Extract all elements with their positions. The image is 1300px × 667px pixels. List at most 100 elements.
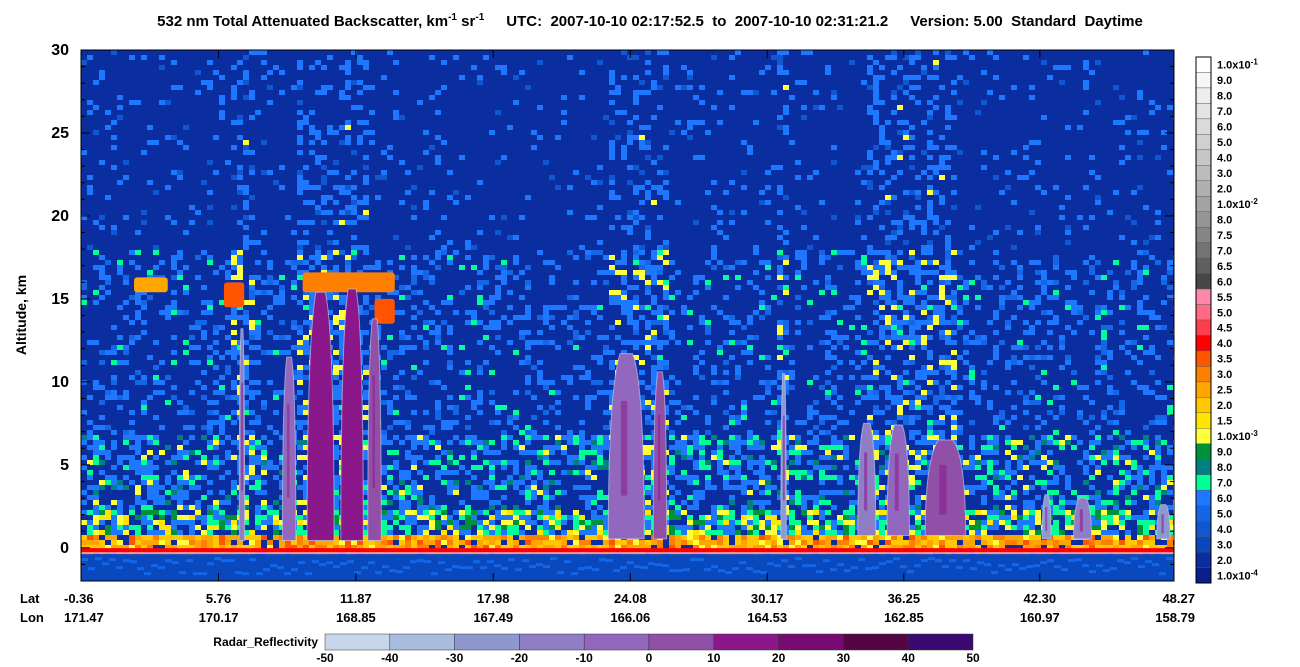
lon-row-label: Lon — [20, 610, 44, 625]
radar-plume-core-4 — [372, 375, 375, 489]
lat-row-label: Lat — [20, 591, 40, 606]
high-cloud-3 — [374, 298, 395, 324]
colorbar-label: 8.0 — [1217, 214, 1232, 226]
colorbar-swatch — [1195, 196, 1212, 212]
lon-tick-label: 170.17 — [199, 610, 239, 625]
colorbar-swatch — [1195, 165, 1212, 181]
radar-tick-label: 10 — [707, 651, 721, 665]
colorbar-label: 2.0 — [1217, 400, 1232, 412]
colorbar-label: 5.0 — [1217, 307, 1232, 319]
radar-swatch — [583, 633, 650, 651]
colorbar-label: 3.0 — [1217, 369, 1232, 381]
radar-swatch — [843, 633, 909, 651]
radar-swatch — [519, 633, 585, 651]
radar-plume-core-0 — [241, 382, 244, 491]
radar-plume-core-8 — [864, 452, 868, 511]
radar-plume-core-3 — [348, 352, 353, 481]
radar-tick-label: -20 — [511, 651, 529, 665]
colorbar-label: 6.0 — [1217, 276, 1232, 288]
colorbar-label: 1.0x10-4 — [1217, 568, 1258, 582]
lat-tick-label: 30.17 — [751, 591, 784, 606]
colorbar-label: 6.5 — [1217, 261, 1232, 273]
lon-tick-label: 162.85 — [884, 610, 924, 625]
colorbar-swatch — [1195, 149, 1212, 166]
plot-area — [81, 50, 1174, 581]
radar-tick-label: 30 — [837, 651, 851, 665]
colorbar-swatch — [1195, 72, 1212, 89]
y-tick-label: 5 — [60, 457, 69, 474]
radar-plume-core-13 — [1161, 514, 1164, 534]
colorbar-swatch — [1195, 350, 1212, 367]
radar-swatch — [389, 633, 455, 651]
lon-tick-label: 167.49 — [473, 610, 513, 625]
surface-return — [81, 548, 1174, 553]
colorbar-swatch — [1195, 536, 1212, 553]
colorbar-swatch — [1195, 428, 1212, 444]
lat-tick-label: 48.27 — [1162, 591, 1195, 606]
radar-swatch — [907, 633, 974, 651]
colorbar-swatch — [1195, 412, 1212, 429]
colorbar-label: 6.0 — [1217, 493, 1232, 505]
colorbar-swatch — [1195, 56, 1212, 73]
colorbar-label: 2.5 — [1217, 385, 1232, 397]
radar-swatch — [778, 633, 844, 651]
colorbar-label: 5.0 — [1217, 508, 1232, 520]
colorbar-swatch — [1195, 366, 1212, 383]
radar-tick-label: -40 — [381, 651, 399, 665]
lat-tick-label: 24.08 — [614, 591, 647, 606]
colorbar-swatch — [1195, 397, 1212, 414]
colorbar-label: 5.5 — [1217, 292, 1232, 304]
radar-tick-label: 0 — [646, 651, 653, 665]
radar-reflectivity-colorbar: -50 -40 -30 -20 -10 0 10 20 30 40 50 — [316, 633, 980, 665]
colorbar-label: 4.0 — [1217, 153, 1232, 165]
colorbar-label: 1.0x10-2 — [1217, 197, 1258, 211]
radar-tick-label: 40 — [902, 651, 916, 665]
lon-tick-label: 158.79 — [1155, 610, 1195, 625]
radar-swatch — [713, 633, 779, 651]
y-tick-label: 30 — [51, 42, 69, 59]
colorbar-swatch — [1195, 180, 1212, 197]
radar-tick-label: 20 — [772, 651, 786, 665]
high-cloud-1 — [223, 282, 245, 308]
colorbar-label: 1.5 — [1217, 416, 1232, 428]
colorbar-swatch — [1195, 87, 1212, 104]
colorbar-swatch — [1195, 304, 1212, 321]
colorbar-label: 4.5 — [1217, 323, 1232, 335]
colorbar-swatch — [1195, 335, 1212, 352]
colorbar-label: 7.0 — [1217, 245, 1232, 257]
radar-plume-core-6 — [657, 414, 661, 501]
radar-plume-core-1 — [287, 403, 290, 498]
colorbar-label: 4.0 — [1217, 338, 1232, 350]
radar-plume-core-12 — [1079, 509, 1083, 532]
lon-tick-label: 166.06 — [610, 610, 650, 625]
colorbar-swatch — [1195, 489, 1212, 506]
colorbar-swatch — [1195, 134, 1212, 151]
colorbar-label: 3.0 — [1217, 168, 1232, 180]
radar-swatch — [454, 633, 520, 651]
colorbar-swatch — [1195, 273, 1212, 290]
lat-tick-label: 36.25 — [888, 591, 921, 606]
high-cloud-0 — [134, 277, 168, 293]
lon-tick-label: 168.85 — [336, 610, 376, 625]
colorbar-label: 7.5 — [1217, 230, 1232, 242]
colorbar-label: 3.5 — [1217, 354, 1232, 366]
radar-plume-core-11 — [1045, 506, 1048, 531]
colorbar-swatch — [1195, 381, 1212, 398]
colorbar-label: 2.0 — [1217, 555, 1232, 567]
colorbar-swatch — [1195, 551, 1212, 568]
colorbar-label: 1.0x10-3 — [1217, 429, 1258, 443]
radar-swatch — [648, 633, 715, 651]
radar-plume-core-7 — [782, 415, 785, 501]
y-tick-label: 15 — [51, 291, 69, 308]
y-tick-label: 25 — [51, 125, 69, 142]
colorbar-label: 3.0 — [1217, 539, 1232, 551]
radar-colorbar-title: Radar_Reflectivity — [213, 635, 318, 649]
radar-plume-core-10 — [939, 464, 947, 515]
colorbar-label: 7.0 — [1217, 477, 1232, 489]
colorbar-swatch — [1195, 567, 1212, 584]
colorbar-label: 8.0 — [1217, 91, 1232, 103]
colorbar-swatch — [1195, 319, 1212, 336]
lat-tick-label: 17.98 — [477, 591, 510, 606]
lat-tick-label: 42.30 — [1024, 591, 1057, 606]
colorbar-label: 8.0 — [1217, 462, 1232, 474]
